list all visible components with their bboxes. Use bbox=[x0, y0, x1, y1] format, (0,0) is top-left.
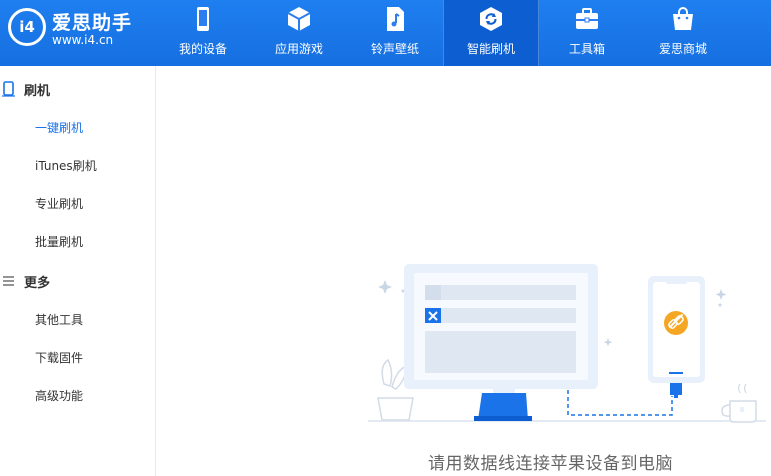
nav-store[interactable]: 爱思商城 bbox=[635, 0, 731, 66]
sidebar-item-pro-flash[interactable]: 专业刷机 bbox=[35, 195, 83, 212]
sidebar-item-download-firmware[interactable]: 下载固件 bbox=[35, 349, 83, 366]
connect-device-message: 请用数据线连接苹果设备到电脑 bbox=[428, 454, 673, 474]
nav-label: 铃声壁纸 bbox=[370, 42, 419, 56]
sidebar-section-more[interactable]: 更多 bbox=[0, 266, 156, 296]
nav-divider bbox=[443, 0, 444, 66]
nav-my-device[interactable]: 我的设备 bbox=[155, 0, 251, 66]
nav-divider bbox=[538, 0, 539, 66]
usb-connector bbox=[670, 383, 682, 395]
nav-toolbox[interactable]: 工具箱 bbox=[539, 0, 635, 66]
phone-outline-icon bbox=[2, 81, 15, 97]
sidebar-item-one-click-flash[interactable]: 一键刷机 bbox=[35, 119, 83, 136]
menu-lines-icon bbox=[3, 276, 14, 286]
music-file-icon bbox=[387, 7, 404, 31]
nav-label: 智能刷机 bbox=[466, 42, 515, 56]
top-bar: i4 爱思助手 www.i4.cn 我的设备 应用游戏 铃声壁纸 智能刷机 工具… bbox=[0, 0, 771, 66]
sidebar-item-other-tools[interactable]: 其他工具 bbox=[35, 311, 83, 328]
computer-monitor bbox=[404, 264, 598, 421]
app-window: i4 爱思助手 www.i4.cn 我的设备 应用游戏 铃声壁纸 智能刷机 工具… bbox=[0, 0, 771, 476]
sidebar-section-label: 刷机 bbox=[24, 84, 51, 99]
mug-decoration bbox=[721, 383, 757, 423]
refresh-icon bbox=[480, 7, 502, 31]
nav-label: 应用游戏 bbox=[274, 42, 323, 56]
nav-label: 工具箱 bbox=[568, 42, 605, 56]
sidebar-section-label: 更多 bbox=[24, 276, 51, 291]
sidebar-item-batch-flash[interactable]: 批量刷机 bbox=[35, 233, 83, 250]
phone-icon bbox=[197, 7, 209, 31]
connect-device-illustration bbox=[368, 264, 766, 423]
shopping-bag-icon bbox=[673, 7, 693, 30]
app-url: www.i4.cn bbox=[52, 33, 114, 47]
logo-badge: i4 bbox=[8, 8, 46, 46]
app-logo: i4 爱思助手 www.i4.cn bbox=[8, 6, 168, 56]
nav-label: 爱思商城 bbox=[658, 42, 707, 56]
nav-ringtones-wallpapers[interactable]: 铃声壁纸 bbox=[347, 0, 443, 66]
toolbox-icon bbox=[576, 8, 598, 29]
sidebar: 刷机 一键刷机 iTunes刷机 专业刷机 批量刷机 更多 其他工具 下载固件 … bbox=[0, 66, 156, 476]
sidebar-item-advanced[interactable]: 高级功能 bbox=[35, 387, 83, 404]
nav-smart-flash[interactable]: 智能刷机 bbox=[443, 0, 539, 66]
app-title: 爱思助手 bbox=[52, 12, 133, 34]
cube-icon bbox=[287, 7, 311, 31]
nav-label: 我的设备 bbox=[178, 42, 227, 56]
iphone-device bbox=[648, 276, 705, 398]
nav-apps-games[interactable]: 应用游戏 bbox=[251, 0, 347, 66]
sidebar-section-flash[interactable]: 刷机 bbox=[0, 74, 156, 104]
sidebar-item-itunes-flash[interactable]: iTunes刷机 bbox=[35, 157, 97, 174]
cable-line bbox=[567, 390, 673, 416]
